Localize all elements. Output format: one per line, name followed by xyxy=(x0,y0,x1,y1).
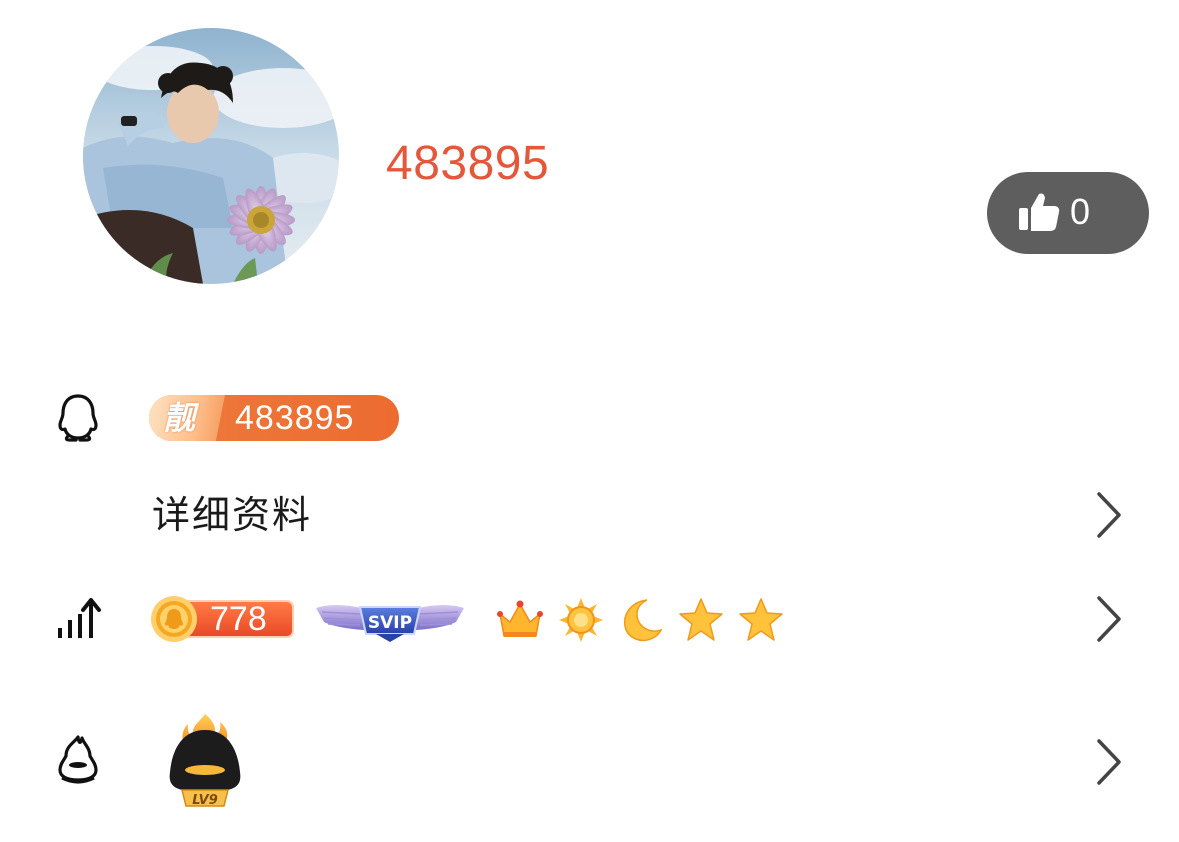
crown-icon xyxy=(497,600,543,637)
lv9-badge-icon: LV9 xyxy=(169,714,241,808)
like-button[interactable]: 0 xyxy=(987,172,1149,254)
fire-penguin-icon xyxy=(58,735,98,784)
like-count: 0 xyxy=(1069,191,1091,232)
penguin-icon xyxy=(58,394,98,442)
pretty-number-badge: 靓 483895 xyxy=(149,395,399,441)
chevron-right-icon[interactable] xyxy=(1093,737,1123,787)
svip-badge-icon: SVIP xyxy=(316,605,464,642)
coin-icon xyxy=(151,596,197,642)
avatar[interactable] xyxy=(83,28,339,284)
pretty-number-tag: 靓 xyxy=(163,400,196,436)
svip-label: SVIP xyxy=(368,613,412,633)
star-icon xyxy=(739,598,783,641)
moon-icon xyxy=(623,599,663,642)
star-icon xyxy=(679,598,723,641)
sun-icon xyxy=(559,598,603,642)
level-points: 778 xyxy=(210,600,267,638)
pretty-number: 483895 xyxy=(235,399,355,437)
level-points-badge: 778 xyxy=(150,595,296,643)
chevron-right-icon[interactable] xyxy=(1093,594,1123,644)
thumbs-up-icon xyxy=(1019,193,1060,231)
signal-up-icon xyxy=(58,598,101,638)
lv-badge-label: LV9 xyxy=(192,793,218,808)
nickname: 483895 xyxy=(386,137,550,190)
chevron-right-icon[interactable] xyxy=(1093,490,1123,540)
detail-info-label[interactable]: 详细资料 xyxy=(152,494,312,538)
